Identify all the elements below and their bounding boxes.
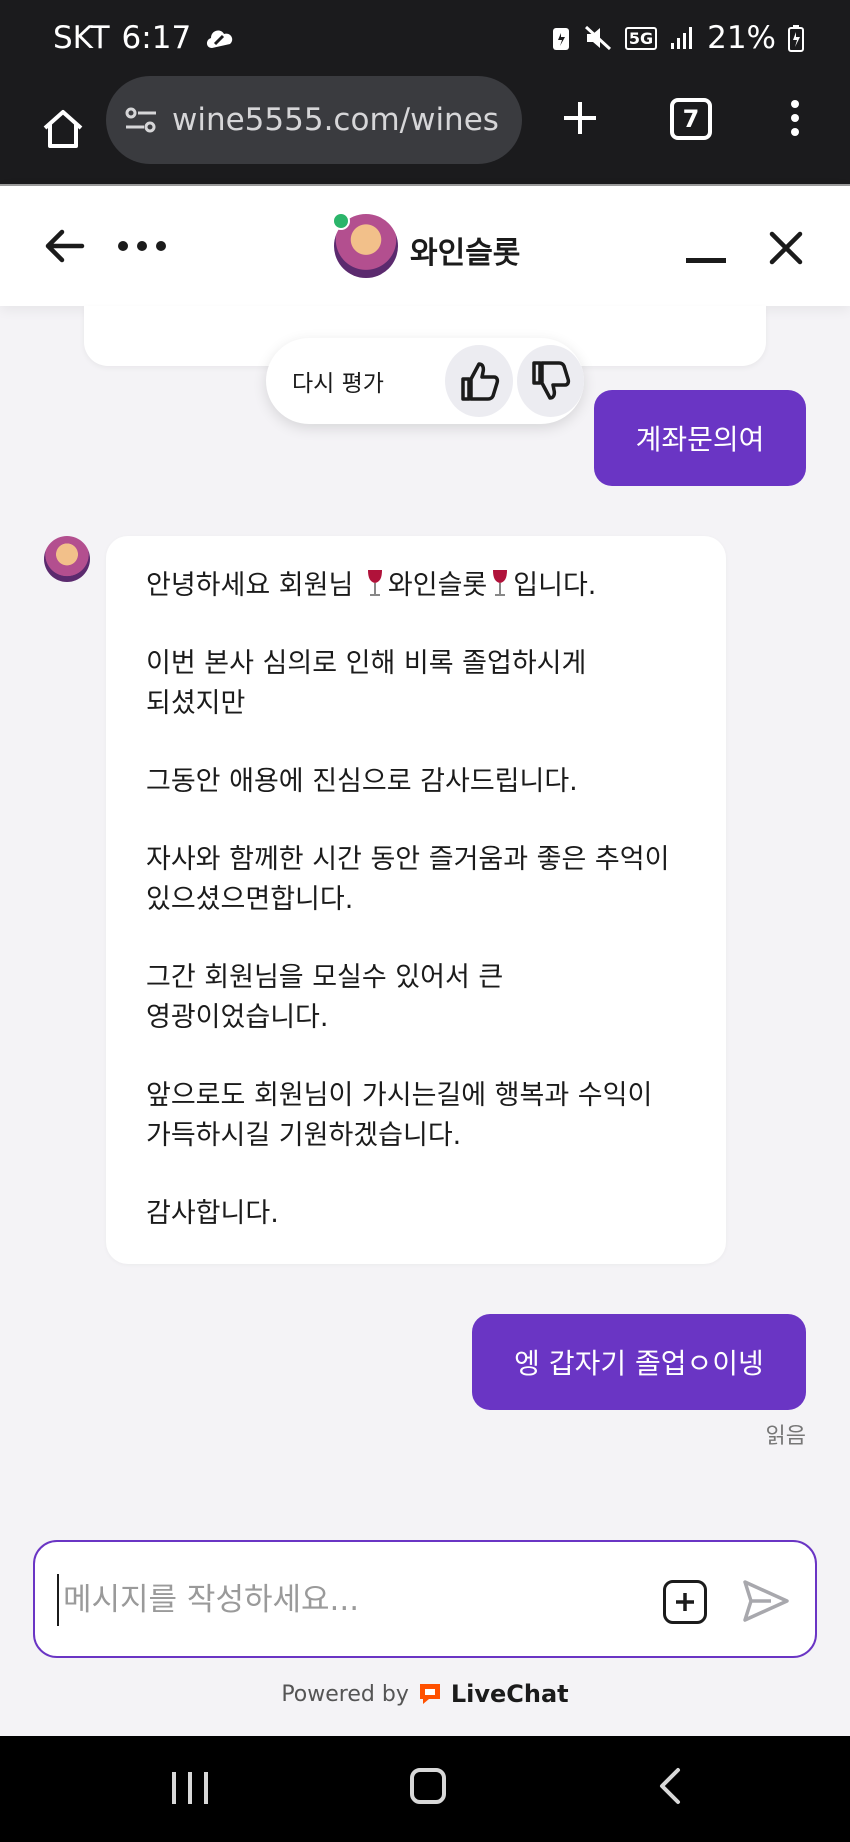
thumbs-up-button[interactable] [445,345,513,417]
agent-message-line: 안녕하세요 회원님 와인슬롯 입니다. [146,566,686,606]
livechat-logo-icon [419,1684,440,1704]
rating-label: 다시 평가 [292,371,384,397]
signal-icon [671,27,693,49]
system-nav-bar [0,1736,850,1842]
bar [188,1772,192,1804]
agent-message-line: 자사와 함께한 시간 동안 즐거움과 좋은 추억이 있으셨으면합니다. [146,844,670,915]
mute-icon [584,25,611,51]
chat-header: 와인슬롯 [0,184,850,306]
wine-glass-icon [367,570,382,596]
livechat-brand: LiveChat [450,1680,569,1708]
bar [172,1772,176,1804]
minimize-button[interactable] [686,258,726,263]
bar [204,1772,208,1804]
user-message-bubble: 엥 갑자기 졸업ㅇ이넹 [472,1314,806,1410]
dot [156,241,166,251]
agent-message-line: 그동안 애용에 진심으로 감사드립니다. [146,766,578,797]
send-icon[interactable] [741,1578,791,1624]
network-type: 5G [624,26,658,50]
menu-dot [791,100,799,108]
home-icon [43,110,83,148]
online-status-indicator [332,212,350,230]
greeting-end-text: 입니다. [513,570,597,601]
back-arrow-icon[interactable] [40,222,88,270]
brand-text: 와인슬롯 [387,570,488,601]
message-composer [33,1540,817,1658]
greeting-text: 안녕하세요 회원님 [146,570,362,601]
recent-apps-button[interactable] [172,1772,208,1804]
powered-by-text: Powered by [281,1681,409,1707]
status-bar: SKT 6:17 5G 21% [0,0,850,76]
browser-toolbar: wine5555.com/wines 7 [0,76,850,184]
nav-back-icon[interactable] [654,1766,684,1806]
url-text: wine5555.com/wines [172,102,499,138]
battery-icon [788,25,804,52]
clock: 6:17 [121,20,192,56]
plus-icon [676,1593,694,1611]
close-icon[interactable] [766,228,806,268]
site-settings-icon [125,107,156,133]
thumbs-down-icon [532,361,571,400]
tab-switcher-button[interactable]: 7 [670,98,712,140]
agent-message-bubble: 안녕하세요 회원님 와인슬롯 입니다. 이번 본사 심의로 인해 비록 졸업하시게… [106,536,726,1264]
carrier-label: SKT [53,20,110,56]
nav-home-button[interactable] [410,1768,446,1804]
read-receipt: 읽음 [765,1424,806,1449]
attach-button[interactable] [663,1580,707,1624]
agent-message-line: 앞으로도 회원님이 가시는길에 행복과 수익이 가득하시길 기원하겠습니다. [146,1080,653,1151]
status-left: SKT 6:17 [53,20,237,56]
agent-name: 와인슬롯 [410,236,521,271]
dot [118,241,128,251]
thumbs-up-icon [461,362,500,401]
cloud-sync-icon [207,30,233,48]
agent-message-line: 그간 회원님을 모실수 있어서 큰 영광이었습니다. [146,962,504,1033]
powered-by-footer[interactable]: Powered by LiveChat [0,1680,850,1708]
browser-menu-button[interactable] [780,88,810,148]
message-input[interactable] [57,1574,657,1626]
battery-percent: 21% [707,20,776,56]
battery-saver-icon [552,28,569,50]
url-bar[interactable]: wine5555.com/wines [106,76,522,164]
dot [137,241,147,251]
wine-glass-icon [493,570,508,596]
more-options-button[interactable] [118,241,166,251]
user-message-bubble: 계좌문의여 [594,390,806,486]
agent-message-line: 감사합니다. [146,1198,279,1229]
thumbs-down-button[interactable] [516,345,584,417]
rating-prompt: 다시 평가 [266,338,584,424]
menu-dot [791,128,799,136]
agent-message-avatar [44,536,90,582]
home-button[interactable] [28,94,98,164]
agent-message-line: 이번 본사 심의로 인해 비록 졸업하시게 되셨지만 [146,648,587,719]
new-tab-button[interactable] [550,88,610,148]
menu-dot [791,114,799,122]
status-right: 5G 21% [551,20,804,56]
plus-icon [564,102,596,134]
